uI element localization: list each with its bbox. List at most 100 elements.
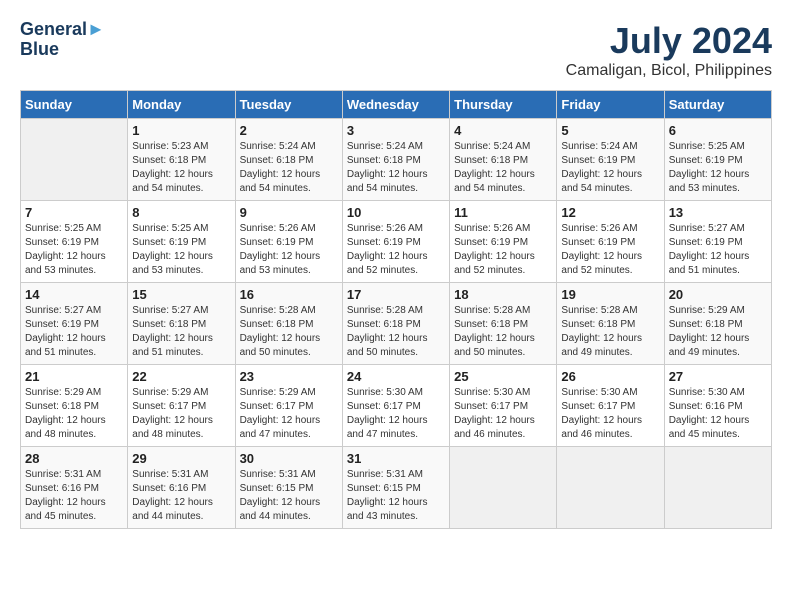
calendar-cell <box>21 119 128 201</box>
calendar-cell: 13 Sunrise: 5:27 AM Sunset: 6:19 PM Dayli… <box>664 201 771 283</box>
month-year: July 2024 <box>566 20 772 62</box>
header-cell-tuesday: Tuesday <box>235 91 342 119</box>
day-number: 5 <box>561 123 659 138</box>
day-info: Sunrise: 5:26 AM Sunset: 6:19 PM Dayligh… <box>240 222 338 278</box>
day-info: Sunrise: 5:24 AM Sunset: 6:18 PM Dayligh… <box>240 140 338 196</box>
calendar-cell: 20 Sunrise: 5:29 AM Sunset: 6:18 PM Dayli… <box>664 283 771 365</box>
calendar-cell: 15 Sunrise: 5:27 AM Sunset: 6:18 PM Dayli… <box>128 283 235 365</box>
day-number: 28 <box>25 451 123 466</box>
day-number: 15 <box>132 287 230 302</box>
logo-text: General►Blue <box>20 20 105 60</box>
header-cell-thursday: Thursday <box>450 91 557 119</box>
day-info: Sunrise: 5:25 AM Sunset: 6:19 PM Dayligh… <box>669 140 767 196</box>
day-number: 7 <box>25 205 123 220</box>
calendar-cell: 17 Sunrise: 5:28 AM Sunset: 6:18 PM Dayli… <box>342 283 449 365</box>
day-info: Sunrise: 5:31 AM Sunset: 6:16 PM Dayligh… <box>132 468 230 524</box>
calendar-cell: 4 Sunrise: 5:24 AM Sunset: 6:18 PM Daylig… <box>450 119 557 201</box>
calendar-cell: 28 Sunrise: 5:31 AM Sunset: 6:16 PM Dayli… <box>21 447 128 529</box>
calendar-cell: 11 Sunrise: 5:26 AM Sunset: 6:19 PM Dayli… <box>450 201 557 283</box>
day-info: Sunrise: 5:27 AM Sunset: 6:19 PM Dayligh… <box>25 304 123 360</box>
day-info: Sunrise: 5:26 AM Sunset: 6:19 PM Dayligh… <box>347 222 445 278</box>
calendar-cell: 5 Sunrise: 5:24 AM Sunset: 6:19 PM Daylig… <box>557 119 664 201</box>
day-number: 21 <box>25 369 123 384</box>
day-number: 29 <box>132 451 230 466</box>
calendar-cell: 16 Sunrise: 5:28 AM Sunset: 6:18 PM Dayli… <box>235 283 342 365</box>
calendar-cell: 25Sunrise: 5:30 AM Sunset: 6:17 PM Dayli… <box>450 365 557 447</box>
header-row: SundayMondayTuesdayWednesdayThursdayFrid… <box>21 91 772 119</box>
day-info: Sunrise: 5:29 AM Sunset: 6:18 PM Dayligh… <box>669 304 767 360</box>
day-number: 4 <box>454 123 552 138</box>
calendar-cell: 21Sunrise: 5:29 AM Sunset: 6:18 PM Dayli… <box>21 365 128 447</box>
day-info: Sunrise: 5:26 AM Sunset: 6:19 PM Dayligh… <box>561 222 659 278</box>
calendar-cell: 23Sunrise: 5:29 AM Sunset: 6:17 PM Dayli… <box>235 365 342 447</box>
day-info: Sunrise: 5:30 AM Sunset: 6:17 PM Dayligh… <box>561 386 659 442</box>
day-number: 8 <box>132 205 230 220</box>
header-cell-friday: Friday <box>557 91 664 119</box>
day-info: Sunrise: 5:26 AM Sunset: 6:19 PM Dayligh… <box>454 222 552 278</box>
calendar-cell: 19 Sunrise: 5:28 AM Sunset: 6:18 PM Dayli… <box>557 283 664 365</box>
calendar-cell: 6Sunrise: 5:25 AM Sunset: 6:19 PM Daylig… <box>664 119 771 201</box>
calendar-week-3: 14Sunrise: 5:27 AM Sunset: 6:19 PM Dayli… <box>21 283 772 365</box>
calendar-cell <box>557 447 664 529</box>
calendar-cell <box>450 447 557 529</box>
day-number: 17 <box>347 287 445 302</box>
day-number: 2 <box>240 123 338 138</box>
day-number: 11 <box>454 205 552 220</box>
day-info: Sunrise: 5:27 AM Sunset: 6:19 PM Dayligh… <box>669 222 767 278</box>
page-header: General►Blue July 2024 Camaligan, Bicol,… <box>20 20 772 80</box>
logo: General►Blue <box>20 20 105 60</box>
day-number: 18 <box>454 287 552 302</box>
calendar-cell: 29 Sunrise: 5:31 AM Sunset: 6:16 PM Dayli… <box>128 447 235 529</box>
calendar-cell: 2 Sunrise: 5:24 AM Sunset: 6:18 PM Daylig… <box>235 119 342 201</box>
day-info: Sunrise: 5:27 AM Sunset: 6:18 PM Dayligh… <box>132 304 230 360</box>
calendar-cell: 24 Sunrise: 5:30 AM Sunset: 6:17 PM Dayli… <box>342 365 449 447</box>
calendar-cell <box>664 447 771 529</box>
day-info: Sunrise: 5:31 AM Sunset: 6:15 PM Dayligh… <box>347 468 445 524</box>
day-number: 10 <box>347 205 445 220</box>
header-cell-monday: Monday <box>128 91 235 119</box>
calendar-cell: 3Sunrise: 5:24 AM Sunset: 6:18 PM Daylig… <box>342 119 449 201</box>
calendar-body: 1 Sunrise: 5:23 AM Sunset: 6:18 PM Daylig… <box>21 119 772 529</box>
calendar-week-5: 28 Sunrise: 5:31 AM Sunset: 6:16 PM Dayli… <box>21 447 772 529</box>
day-number: 20 <box>669 287 767 302</box>
day-number: 27 <box>669 369 767 384</box>
calendar-table: SundayMondayTuesdayWednesdayThursdayFrid… <box>20 90 772 529</box>
day-info: Sunrise: 5:31 AM Sunset: 6:16 PM Dayligh… <box>25 468 123 524</box>
location: Camaligan, Bicol, Philippines <box>566 62 772 80</box>
day-info: Sunrise: 5:30 AM Sunset: 6:17 PM Dayligh… <box>347 386 445 442</box>
day-number: 16 <box>240 287 338 302</box>
calendar-cell: 1 Sunrise: 5:23 AM Sunset: 6:18 PM Daylig… <box>128 119 235 201</box>
day-info: Sunrise: 5:29 AM Sunset: 6:17 PM Dayligh… <box>132 386 230 442</box>
day-info: Sunrise: 5:23 AM Sunset: 6:18 PM Dayligh… <box>132 140 230 196</box>
calendar-cell: 30 Sunrise: 5:31 AM Sunset: 6:15 PM Dayli… <box>235 447 342 529</box>
day-number: 19 <box>561 287 659 302</box>
day-info: Sunrise: 5:28 AM Sunset: 6:18 PM Dayligh… <box>240 304 338 360</box>
day-info: Sunrise: 5:31 AM Sunset: 6:15 PM Dayligh… <box>240 468 338 524</box>
day-number: 26 <box>561 369 659 384</box>
day-number: 30 <box>240 451 338 466</box>
day-number: 24 <box>347 369 445 384</box>
day-info: Sunrise: 5:24 AM Sunset: 6:18 PM Dayligh… <box>454 140 552 196</box>
day-info: Sunrise: 5:28 AM Sunset: 6:18 PM Dayligh… <box>347 304 445 360</box>
calendar-cell: 14Sunrise: 5:27 AM Sunset: 6:19 PM Dayli… <box>21 283 128 365</box>
day-info: Sunrise: 5:29 AM Sunset: 6:17 PM Dayligh… <box>240 386 338 442</box>
calendar-cell: 22 Sunrise: 5:29 AM Sunset: 6:17 PM Dayli… <box>128 365 235 447</box>
calendar-cell: 8 Sunrise: 5:25 AM Sunset: 6:19 PM Daylig… <box>128 201 235 283</box>
calendar-cell: 12 Sunrise: 5:26 AM Sunset: 6:19 PM Dayli… <box>557 201 664 283</box>
header-cell-saturday: Saturday <box>664 91 771 119</box>
calendar-cell: 9Sunrise: 5:26 AM Sunset: 6:19 PM Daylig… <box>235 201 342 283</box>
day-number: 1 <box>132 123 230 138</box>
day-info: Sunrise: 5:25 AM Sunset: 6:19 PM Dayligh… <box>132 222 230 278</box>
day-number: 13 <box>669 205 767 220</box>
day-number: 25 <box>454 369 552 384</box>
title-block: July 2024 Camaligan, Bicol, Philippines <box>566 20 772 80</box>
day-info: Sunrise: 5:25 AM Sunset: 6:19 PM Dayligh… <box>25 222 123 278</box>
day-info: Sunrise: 5:28 AM Sunset: 6:18 PM Dayligh… <box>561 304 659 360</box>
calendar-week-2: 7 Sunrise: 5:25 AM Sunset: 6:19 PM Daylig… <box>21 201 772 283</box>
day-number: 22 <box>132 369 230 384</box>
day-number: 12 <box>561 205 659 220</box>
calendar-cell: 26 Sunrise: 5:30 AM Sunset: 6:17 PM Dayli… <box>557 365 664 447</box>
calendar-cell: 27Sunrise: 5:30 AM Sunset: 6:16 PM Dayli… <box>664 365 771 447</box>
calendar-cell: 31Sunrise: 5:31 AM Sunset: 6:15 PM Dayli… <box>342 447 449 529</box>
day-info: Sunrise: 5:24 AM Sunset: 6:19 PM Dayligh… <box>561 140 659 196</box>
